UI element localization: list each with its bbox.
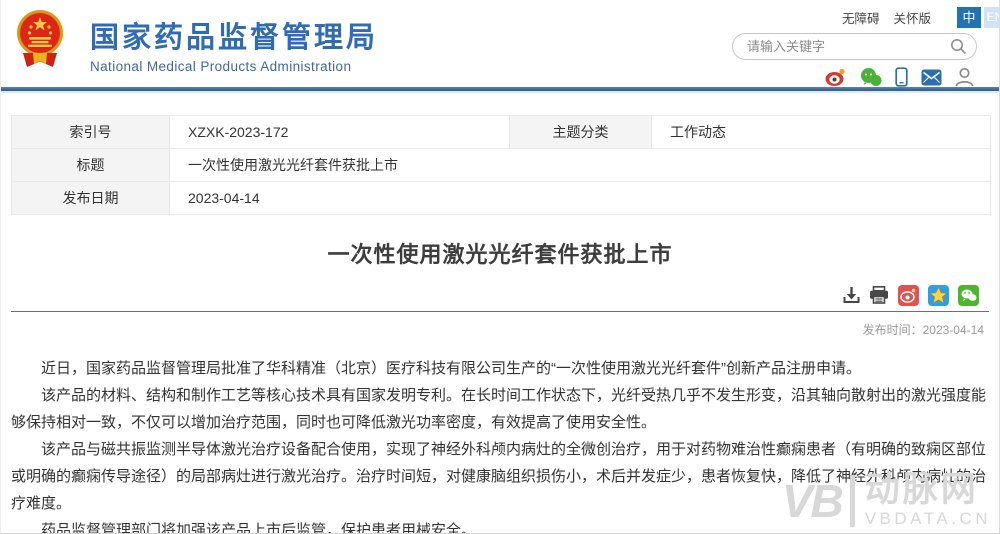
share-qzone-icon[interactable]	[928, 285, 949, 306]
table-row: 索引号 XZXK-2023-172 主题分类 工作动态	[12, 116, 991, 149]
site-header: 国家药品监督管理局 National Medical Products Admi…	[1, 0, 999, 87]
page: 国家药品监督管理局 National Medical Products Admi…	[0, 0, 1000, 534]
agency-name-en: National Medical Products Administration	[90, 59, 378, 74]
publish-date-label: 发布日期	[12, 182, 170, 215]
article-toolbar	[1, 285, 979, 305]
watermark-name: 动脉网	[865, 472, 991, 507]
mobile-icon[interactable]	[895, 67, 908, 87]
search-icon[interactable]	[950, 38, 967, 55]
topic-category-label: 主题分类	[510, 116, 652, 149]
mail-icon[interactable]	[921, 69, 942, 86]
publish-date-value: 2023-04-14	[170, 182, 991, 215]
care-version-link[interactable]: 关怀版	[893, 8, 931, 27]
print-icon[interactable]	[869, 286, 889, 304]
article-title: 一次性使用激光光纤套件获批上市	[1, 237, 999, 269]
share-wechat-icon[interactable]	[958, 285, 979, 306]
weibo-icon[interactable]	[825, 67, 847, 87]
download-icon[interactable]	[843, 286, 860, 304]
wechat-icon[interactable]	[860, 67, 882, 87]
accessibility-link[interactable]: 无障碍	[842, 8, 880, 27]
utility-links: 无障碍 关怀版 中 EN	[842, 6, 999, 28]
index-number-value: XZXK-2023-172	[170, 116, 510, 149]
title-value: 一次性使用激光光纤套件获批上市	[170, 149, 991, 182]
watermark: VB 动脉网 VBDATA.CN	[782, 472, 991, 529]
publish-time: 发布时间：2023-04-14	[1, 321, 984, 338]
lang-en-button[interactable]: EN	[984, 7, 1000, 28]
user-icon[interactable]	[955, 67, 974, 87]
lang-zh-button[interactable]: 中	[957, 7, 981, 28]
header-divider-bar	[1, 87, 999, 93]
table-row: 发布日期 2023-04-14	[12, 182, 991, 215]
agency-name-cn: 国家药品监督管理局	[90, 14, 378, 56]
publish-time-label: 发布时间：	[863, 323, 923, 337]
share-weibo-icon[interactable]	[898, 285, 919, 306]
watermark-domain: VBDATA.CN	[865, 509, 991, 529]
social-icon-row	[825, 67, 974, 87]
watermark-logo: VB	[782, 475, 855, 527]
table-row: 标题 一次性使用激光光纤套件获批上市	[12, 149, 991, 182]
title-divider	[11, 311, 989, 312]
search-input[interactable]	[747, 35, 942, 58]
search-box	[732, 33, 977, 60]
brand-text: 国家药品监督管理局 National Medical Products Admi…	[90, 6, 378, 74]
index-number-label: 索引号	[12, 116, 170, 149]
title-label: 标题	[12, 149, 170, 182]
document-info-table: 索引号 XZXK-2023-172 主题分类 工作动态 标题 一次性使用激光光纤…	[11, 115, 991, 215]
article-paragraph: 近日，国家药品监督管理局批准了华科精准（北京）医疗科技有限公司生产的“一次性使用…	[11, 355, 989, 382]
topic-category-value: 工作动态	[652, 116, 991, 149]
article-paragraph: 该产品的材料、结构和制作工艺等核心技术具有国家发明专利。在长时间工作状态下，光纤…	[11, 382, 989, 436]
header-utilities: 无障碍 关怀版 中 EN	[732, 6, 999, 87]
publish-time-value: 2023-04-14	[923, 323, 984, 337]
national-emblem-icon	[16, 6, 64, 72]
